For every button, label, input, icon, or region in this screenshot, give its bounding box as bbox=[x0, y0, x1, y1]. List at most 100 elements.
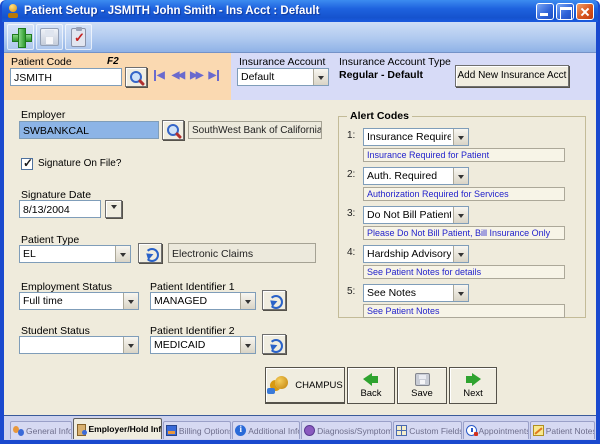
patient-identifier-2-select[interactable]: MEDICAID bbox=[150, 336, 256, 354]
alert-code-1-select[interactable]: Insurance Required bbox=[363, 128, 469, 146]
patient-search-button[interactable] bbox=[125, 67, 147, 87]
employer-icon bbox=[76, 424, 87, 435]
student-status-select[interactable] bbox=[19, 336, 139, 354]
tasks-toolbar-button[interactable] bbox=[65, 24, 92, 50]
chevron-down-icon[interactable] bbox=[240, 293, 255, 309]
back-label: Back bbox=[360, 388, 381, 399]
diagnosis-icon bbox=[304, 425, 315, 436]
back-button[interactable]: Back bbox=[347, 367, 395, 404]
chevron-down-icon[interactable] bbox=[453, 168, 468, 184]
signature-date-input[interactable]: 8/13/2004 bbox=[19, 200, 101, 218]
tab-label: Diagnosis/Symptoms bbox=[317, 426, 392, 436]
main-form: Employer SWBANKCAL SouthWest Bank of Cal… bbox=[4, 100, 596, 415]
first-record-button[interactable] bbox=[154, 70, 165, 81]
next-button[interactable]: Next bbox=[449, 367, 497, 404]
signature-date-dropdown-button[interactable] bbox=[105, 200, 122, 218]
alert-code-row: 4: Hardship Advisory See Patient Notes f… bbox=[363, 245, 577, 279]
chevron-down-icon[interactable] bbox=[313, 69, 328, 85]
arrow-left-icon bbox=[363, 373, 379, 386]
signature-on-file-label: Signature On File? bbox=[38, 158, 121, 169]
window-title: Patient Setup - JSMITH John Smith - Ins … bbox=[24, 5, 536, 17]
alert-code-3-select[interactable]: Do Not Bill Patient bbox=[363, 206, 469, 224]
alert-code-4-select[interactable]: Hardship Advisory bbox=[363, 245, 469, 263]
tab-patient-notes[interactable]: Patient Notes bbox=[530, 421, 595, 439]
patient-code-hotkey: F2 bbox=[107, 56, 119, 67]
patient-code-label: Patient Code bbox=[11, 56, 72, 68]
patient-identifier-1-refresh-button[interactable] bbox=[262, 290, 286, 310]
patient-type-description: Electronic Claims bbox=[168, 243, 316, 263]
patient-type-refresh-button[interactable] bbox=[138, 243, 162, 263]
chevron-down-icon[interactable] bbox=[453, 285, 468, 301]
chevron-down-icon[interactable] bbox=[240, 337, 255, 353]
close-button[interactable] bbox=[576, 3, 594, 20]
people-icon bbox=[13, 425, 24, 436]
maximize-button[interactable] bbox=[556, 3, 574, 20]
champus-label: CHAMPUS bbox=[295, 380, 343, 391]
save-label: Save bbox=[411, 388, 433, 399]
insurance-account-select[interactable]: Default bbox=[237, 68, 329, 86]
employer-name-field: SouthWest Bank of California bbox=[188, 121, 322, 139]
alert-code-2-select[interactable]: Auth. Required bbox=[363, 167, 469, 185]
save-toolbar-button[interactable] bbox=[36, 24, 63, 50]
tab-appointments[interactable]: Appointments bbox=[463, 421, 529, 439]
save-button[interactable]: Save bbox=[397, 367, 447, 404]
patient-type-select[interactable]: EL bbox=[19, 245, 131, 263]
action-button-row: CHAMPUS Back Save Next bbox=[265, 367, 497, 404]
champus-button[interactable]: CHAMPUS bbox=[265, 367, 345, 404]
info-icon bbox=[235, 425, 246, 436]
alert-code-row: 5: See Notes See Patient Notes bbox=[363, 284, 577, 318]
alert-code-3-description: Please Do Not Bill Patient, Bill Insuran… bbox=[363, 226, 565, 240]
chevron-down-icon[interactable] bbox=[123, 293, 138, 309]
add-new-insurance-acct-button[interactable]: Add New Insurance Acct bbox=[455, 65, 569, 87]
tab-additional-info[interactable]: Additional Info bbox=[232, 421, 300, 439]
tab-employer-hold-info[interactable]: Employer/Hold Info bbox=[73, 418, 162, 439]
alert-code-5-select[interactable]: See Notes bbox=[363, 284, 469, 302]
client-area: Patient Code F2 JSMITH Insurance Account… bbox=[4, 22, 596, 440]
save-icon bbox=[415, 373, 430, 386]
save-icon bbox=[40, 28, 59, 46]
insurance-section: Insurance Account Default Insurance Acco… bbox=[231, 53, 596, 100]
tab-label: Additional Info bbox=[248, 426, 300, 436]
patient-code-section: Patient Code F2 JSMITH bbox=[4, 53, 231, 100]
employer-input[interactable]: SWBANKCAL bbox=[19, 121, 159, 139]
employer-search-button[interactable] bbox=[162, 120, 184, 140]
tab-label: General Info bbox=[26, 426, 72, 436]
billing-icon bbox=[166, 425, 177, 436]
toolbar bbox=[4, 22, 596, 53]
patient-identifier-2-refresh-button[interactable] bbox=[262, 334, 286, 354]
minimize-button[interactable] bbox=[536, 3, 554, 20]
next-record-button[interactable] bbox=[190, 70, 201, 81]
arrow-right-icon bbox=[465, 373, 481, 386]
alert-codes-panel: Alert Codes 1: Insurance Required Insura… bbox=[338, 116, 586, 318]
tab-general-info[interactable]: General Info bbox=[10, 421, 72, 439]
employer-label: Employer bbox=[21, 109, 65, 121]
employment-status-select[interactable]: Full time bbox=[19, 292, 139, 310]
chevron-down-icon[interactable] bbox=[115, 246, 130, 262]
add-patient-button[interactable] bbox=[7, 24, 34, 50]
next-label: Next bbox=[463, 388, 483, 399]
chevron-down-icon[interactable] bbox=[453, 246, 468, 262]
previous-record-button[interactable] bbox=[172, 70, 183, 81]
patient-code-input[interactable]: JSMITH bbox=[10, 68, 122, 86]
window-controls bbox=[536, 3, 594, 20]
notes-icon bbox=[533, 425, 544, 436]
tab-diagnosis-symptoms[interactable]: Diagnosis/Symptoms bbox=[301, 421, 392, 439]
chevron-down-icon[interactable] bbox=[453, 207, 468, 223]
last-record-button[interactable] bbox=[208, 70, 219, 81]
patient-identifier-1-select[interactable]: MANAGED bbox=[150, 292, 256, 310]
tab-label: Patient Notes bbox=[546, 426, 595, 436]
insurance-account-label: Insurance Account bbox=[239, 56, 325, 68]
alert-code-row: 3: Do Not Bill Patient Please Do Not Bil… bbox=[363, 206, 577, 240]
signature-on-file-checkbox[interactable] bbox=[21, 158, 33, 170]
tasks-icon bbox=[71, 28, 86, 47]
alert-code-row: 1: Insurance Required Insurance Required… bbox=[363, 128, 577, 162]
tab-label: Custom Fields bbox=[409, 426, 461, 436]
tab-custom-fields[interactable]: Custom Fields bbox=[393, 421, 461, 439]
tab-billing-options[interactable]: Billing Options bbox=[163, 421, 231, 439]
chevron-down-icon[interactable] bbox=[123, 337, 138, 353]
tab-strip: General Info Employer/Hold Info Billing … bbox=[4, 415, 596, 440]
add-icon bbox=[12, 28, 30, 46]
chevron-down-icon[interactable] bbox=[453, 129, 468, 145]
app-icon bbox=[6, 4, 20, 18]
header-band: Patient Code F2 JSMITH Insurance Account… bbox=[4, 53, 596, 100]
